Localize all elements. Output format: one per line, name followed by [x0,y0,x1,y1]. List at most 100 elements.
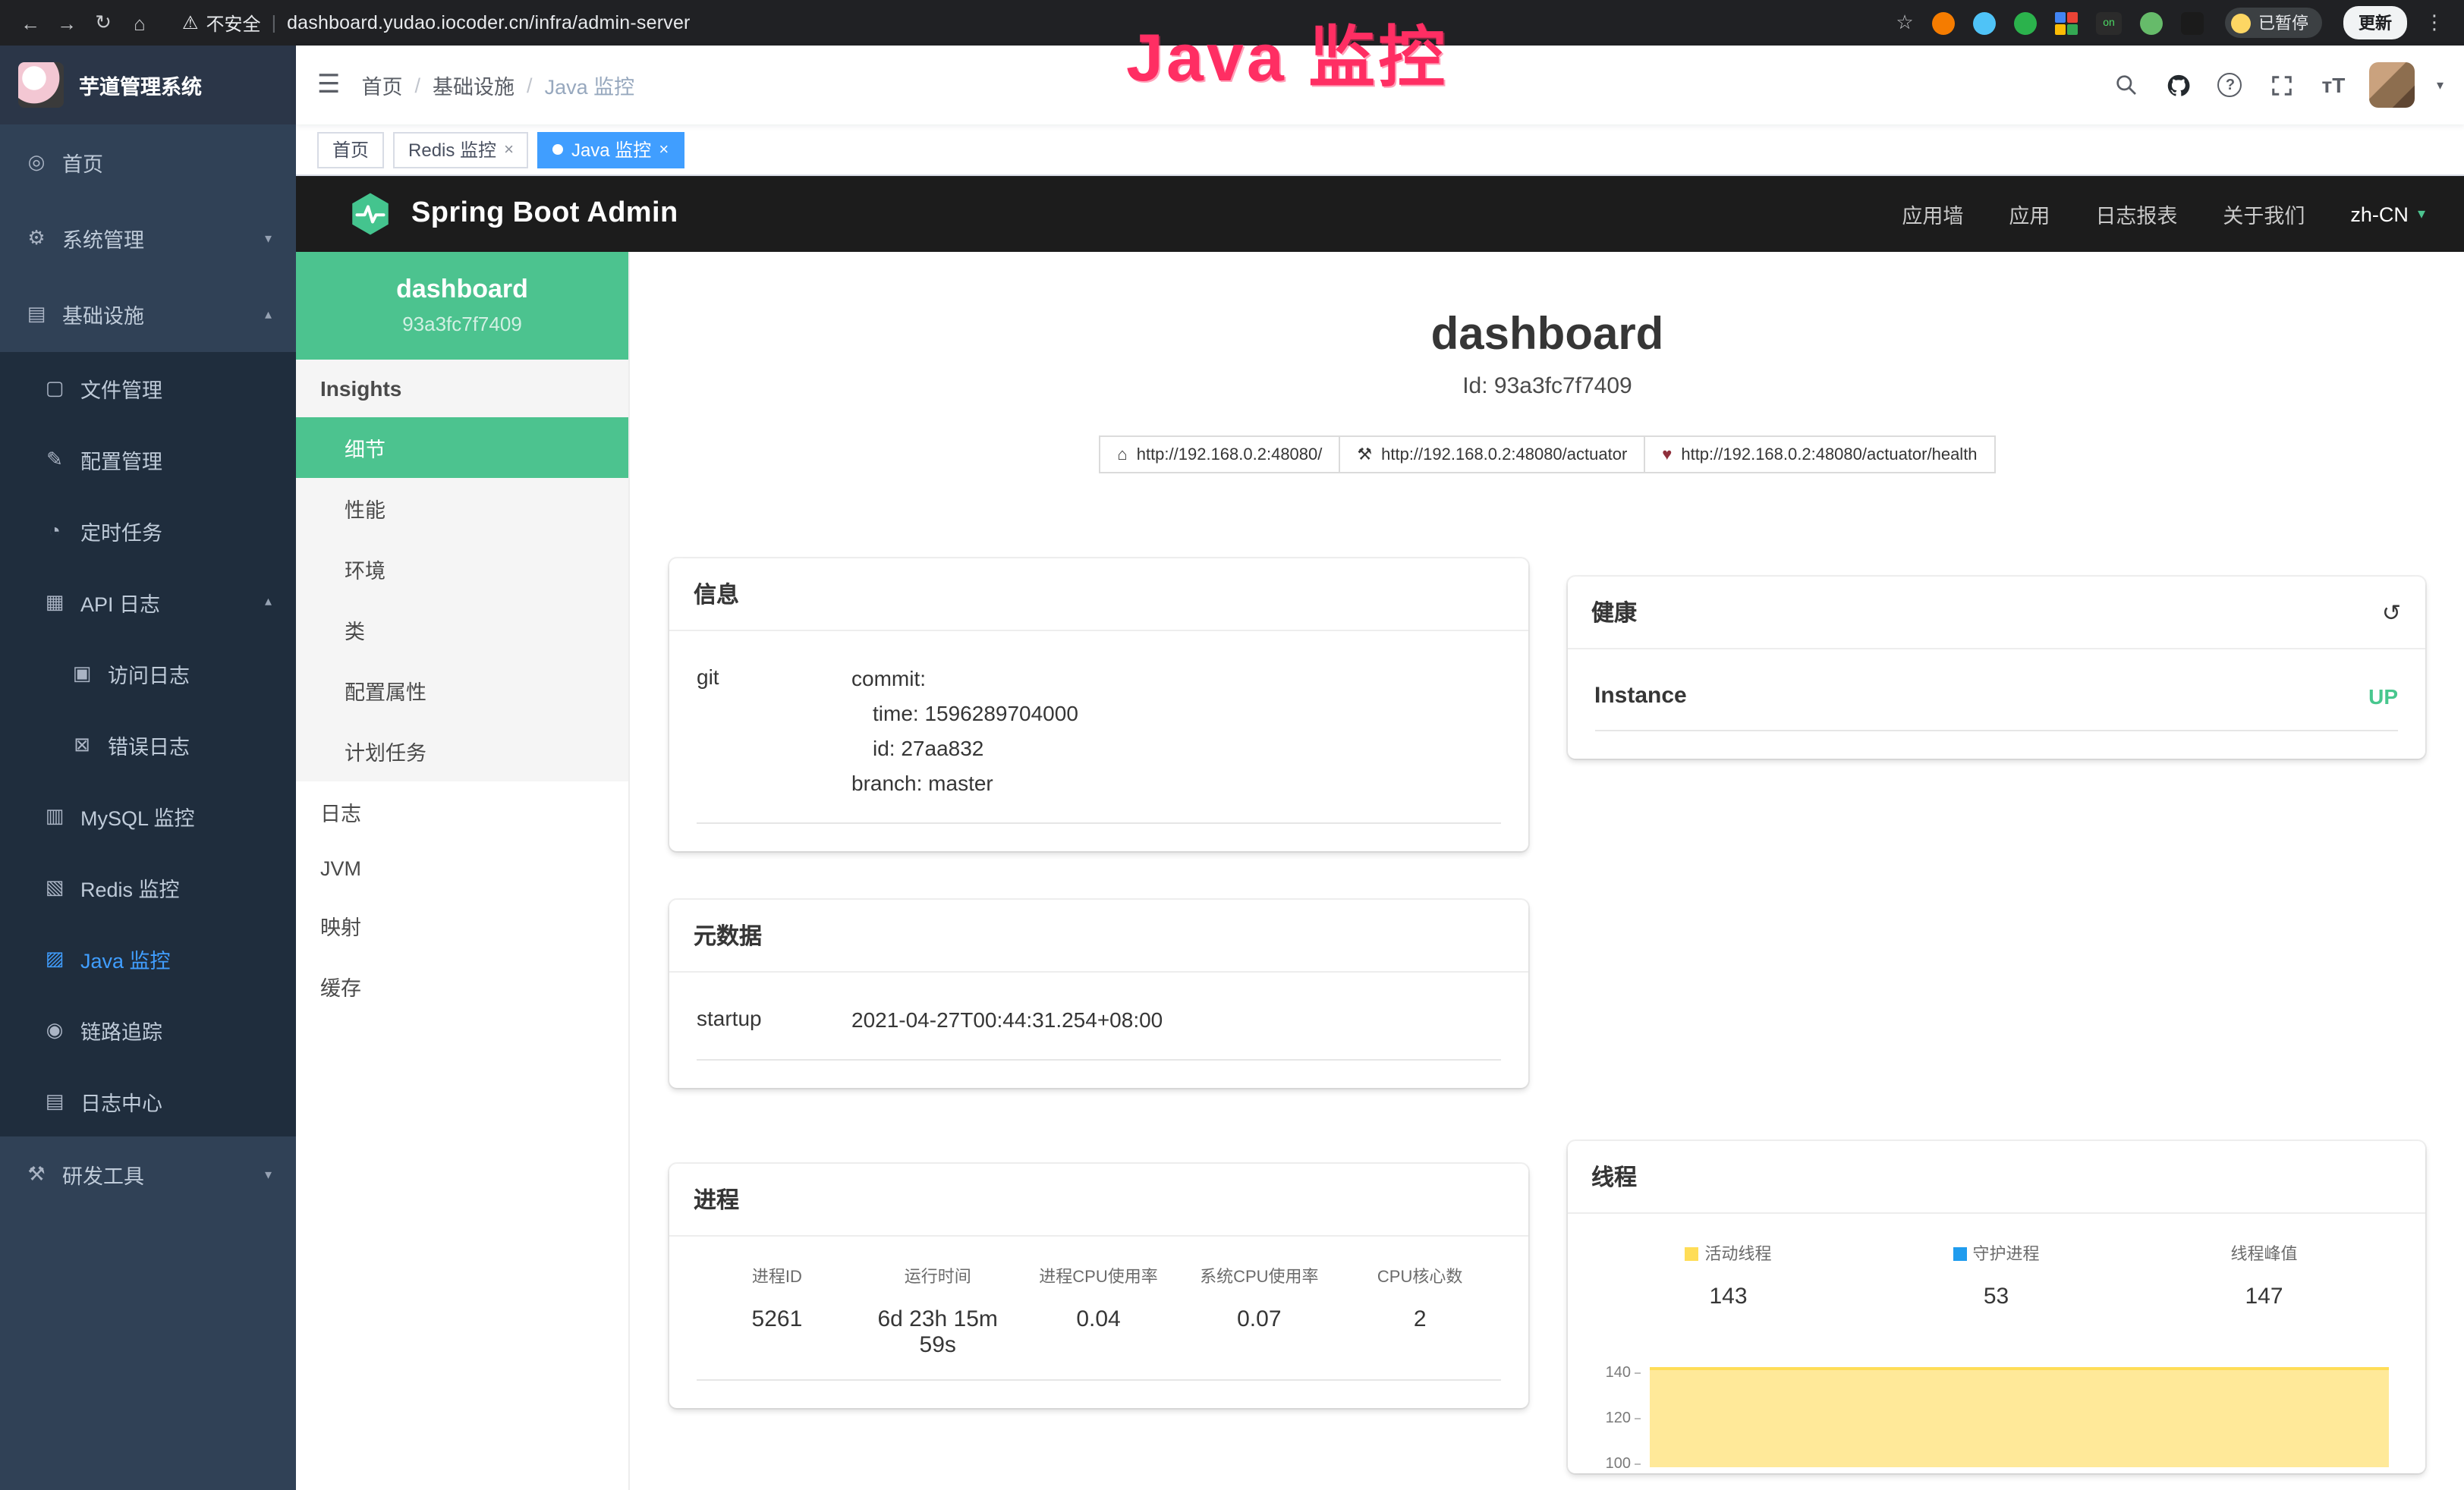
sba-nav-about[interactable]: 关于我们 [2223,199,2305,229]
sidebar-item-infrastructure[interactable]: ▤ 基础设施 ▴ [0,276,296,352]
sba-item-jvm[interactable]: JVM [296,842,628,895]
insights-group-label: Insights [296,360,628,417]
sba-brand-title[interactable]: Spring Boot Admin [411,197,678,231]
spring-boot-admin: Spring Boot Admin 应用墙 应用 日志报表 关于我们 zh-CN… [296,176,2464,1490]
sidebar-item-label: Java 监控 [80,943,171,973]
extension-orange-icon[interactable] [1932,11,1955,34]
breadcrumb-item[interactable]: 首页 [362,70,403,100]
sidebar-item-java-monitor[interactable]: ▨ Java 监控 [0,923,296,994]
user-avatar[interactable] [2370,62,2415,108]
extension-grid-icon[interactable] [2055,11,2078,34]
browser-reload-icon[interactable]: ↻ [88,11,118,35]
sba-item-mappings[interactable]: 映射 [296,895,628,956]
actuator-url-link[interactable]: ⚒ http://192.168.0.2:48080/actuator [1339,435,1645,473]
sidebar-item-system-mgmt[interactable]: ⚙ 系统管理 ▾ [0,200,296,276]
sidebar-item-error-logs[interactable]: ⊠ 错误日志 [0,709,296,780]
sidebar-item-home[interactable]: ◎ 首页 [0,124,296,200]
extension-green-icon[interactable] [2014,11,2037,34]
github-icon[interactable] [2163,70,2194,100]
browser-back-icon[interactable]: ← [15,11,46,34]
chevron-up-icon: ▴ [265,593,272,610]
extension-on-icon[interactable]: on [2096,11,2122,34]
sba-logo-icon[interactable] [348,191,393,237]
screen: ← → ↻ ⌂ ⚠ 不安全 | dashboard.yudao.iocoder.… [0,0,2464,1490]
link-text: http://192.168.0.2:48080/actuator/health [1681,445,1977,464]
sba-nav-journal[interactable]: 日志报表 [2095,199,2177,229]
process-col: 进程CPU使用率 0.04 [1018,1265,1179,1359]
service-url-link[interactable]: ⌂ http://192.168.0.2:48080/ [1099,435,1340,473]
sba-item-logs[interactable]: 日志 [296,781,628,842]
paused-badge[interactable]: 已暂停 [2225,8,2322,38]
sba-item-config-props[interactable]: 配置属性 [296,660,628,721]
sidebar-item-config-mgmt[interactable]: ✎ 配置管理 [0,423,296,495]
sidebar-item-label: 基础设施 [62,299,144,329]
heart-icon: ♥ [1662,445,1672,464]
sidebar-item-mysql-monitor[interactable]: ▥ MySQL 监控 [0,780,296,851]
bookmark-star-icon[interactable]: ☆ [1890,11,1920,35]
hamburger-icon[interactable]: ☰ [317,70,341,100]
search-icon[interactable] [2112,70,2142,100]
breadcrumb: 首页 / 基础设施 / Java 监控 [362,70,635,100]
sba-nav: 应用墙 应用 日志报表 关于我们 zh-CN ▾ [1902,199,2425,229]
monitor-icon: ▤ [24,302,49,326]
sidebar-item-label: 配置管理 [80,444,162,474]
sidebar-item-log-center[interactable]: ▤ 日志中心 [0,1065,296,1136]
sba-nav-wallboard[interactable]: 应用墙 [1902,199,1963,229]
address-bar[interactable]: ⚠ 不安全 | dashboard.yudao.iocoder.cn/infra… [182,10,691,36]
process-header: 进程CPU使用率 [1018,1265,1179,1289]
sba-item-classes[interactable]: 类 [296,599,628,660]
access-log-icon: ▣ [70,661,94,685]
legend-value: 143 [1594,1284,1862,1309]
health-status-badge: UP [2368,684,2398,708]
sba-nav-applications[interactable]: 应用 [2009,199,2050,229]
history-icon[interactable]: ↺ [2382,599,2401,626]
sidebar-item-access-logs[interactable]: ▣ 访问日志 [0,637,296,709]
extension-leaf-icon[interactable] [2140,11,2163,34]
update-button[interactable]: 更新 [2343,6,2407,39]
tab-home[interactable]: 首页 [317,131,384,168]
sidebar-item-tracing[interactable]: ◉ 链路追踪 [0,994,296,1065]
sidebar-item-label: 链路追踪 [80,1014,162,1045]
info-git-row: git commit: time: 1596289704000 id: 27aa… [697,652,1500,825]
tab-label: Redis 监控 [408,137,496,162]
help-icon[interactable]: ? [2215,70,2245,100]
sidebar-item-file-mgmt[interactable]: ▢ 文件管理 [0,352,296,423]
redis-icon: ▧ [42,875,67,899]
font-size-icon[interactable]: тT [2318,70,2349,100]
extension-drop-icon[interactable] [1973,11,1996,34]
tab-java-monitor[interactable]: Java 监控 × [538,131,684,168]
process-table: 进程ID 5261 运行时间 6d 23h 15m 59s [697,1259,1500,1382]
browser-menu-icon[interactable]: ⋮ [2419,11,2450,35]
chevron-down-icon: ▾ [265,1166,272,1183]
browser-home-icon[interactable]: ⌂ [124,11,155,34]
tab-redis-monitor[interactable]: Redis 监控 × [393,131,529,168]
process-col: CPU核心数 2 [1339,1265,1500,1359]
browser-forward-icon[interactable]: → [52,11,82,34]
fullscreen-icon[interactable] [2267,70,2297,100]
instance-header[interactable]: dashboard 93a3fc7f7409 [296,252,628,360]
sidebar-item-label: Redis 监控 [80,872,180,902]
sba-item-scheduled-tasks[interactable]: 计划任务 [296,721,628,781]
sba-item-environment[interactable]: 环境 [296,539,628,599]
process-header: 进程ID [697,1265,858,1289]
metadata-key: startup [697,1004,851,1039]
sidebar-item-api-logs[interactable]: ▦ API 日志 ▴ [0,566,296,637]
close-icon[interactable]: × [504,140,514,159]
breadcrumb-item[interactable]: 基础设施 [433,70,515,100]
user-caret-icon[interactable]: ▾ [2437,77,2444,93]
sba-item-caches[interactable]: 缓存 [296,956,628,1017]
locale-selector[interactable]: zh-CN ▾ [2350,203,2425,225]
sidebar-item-dev-tools[interactable]: ⚒ 研发工具 ▾ [0,1136,296,1212]
url-text[interactable]: dashboard.yudao.iocoder.cn/infra/admin-s… [287,12,691,33]
close-icon[interactable]: × [659,140,669,159]
logo-avatar-icon [18,62,64,108]
app-logo[interactable]: 芋道管理系统 [0,46,296,124]
sba-item-metrics[interactable]: 性能 [296,478,628,539]
sidebar-item-redis-monitor[interactable]: ▧ Redis 监控 [0,851,296,923]
sba-item-details[interactable]: 细节 [296,417,628,478]
tab-bar: 首页 Redis 监控 × Java 监控 × [296,124,2464,176]
health-url-link[interactable]: ♥ http://192.168.0.2:48080/actuator/heal… [1644,435,1995,473]
extension-puzzle-icon[interactable] [2181,11,2204,34]
sidebar-item-cron-jobs[interactable]: ◔ 定时任务 [0,495,296,566]
dashboard-icon: ◎ [24,150,49,174]
